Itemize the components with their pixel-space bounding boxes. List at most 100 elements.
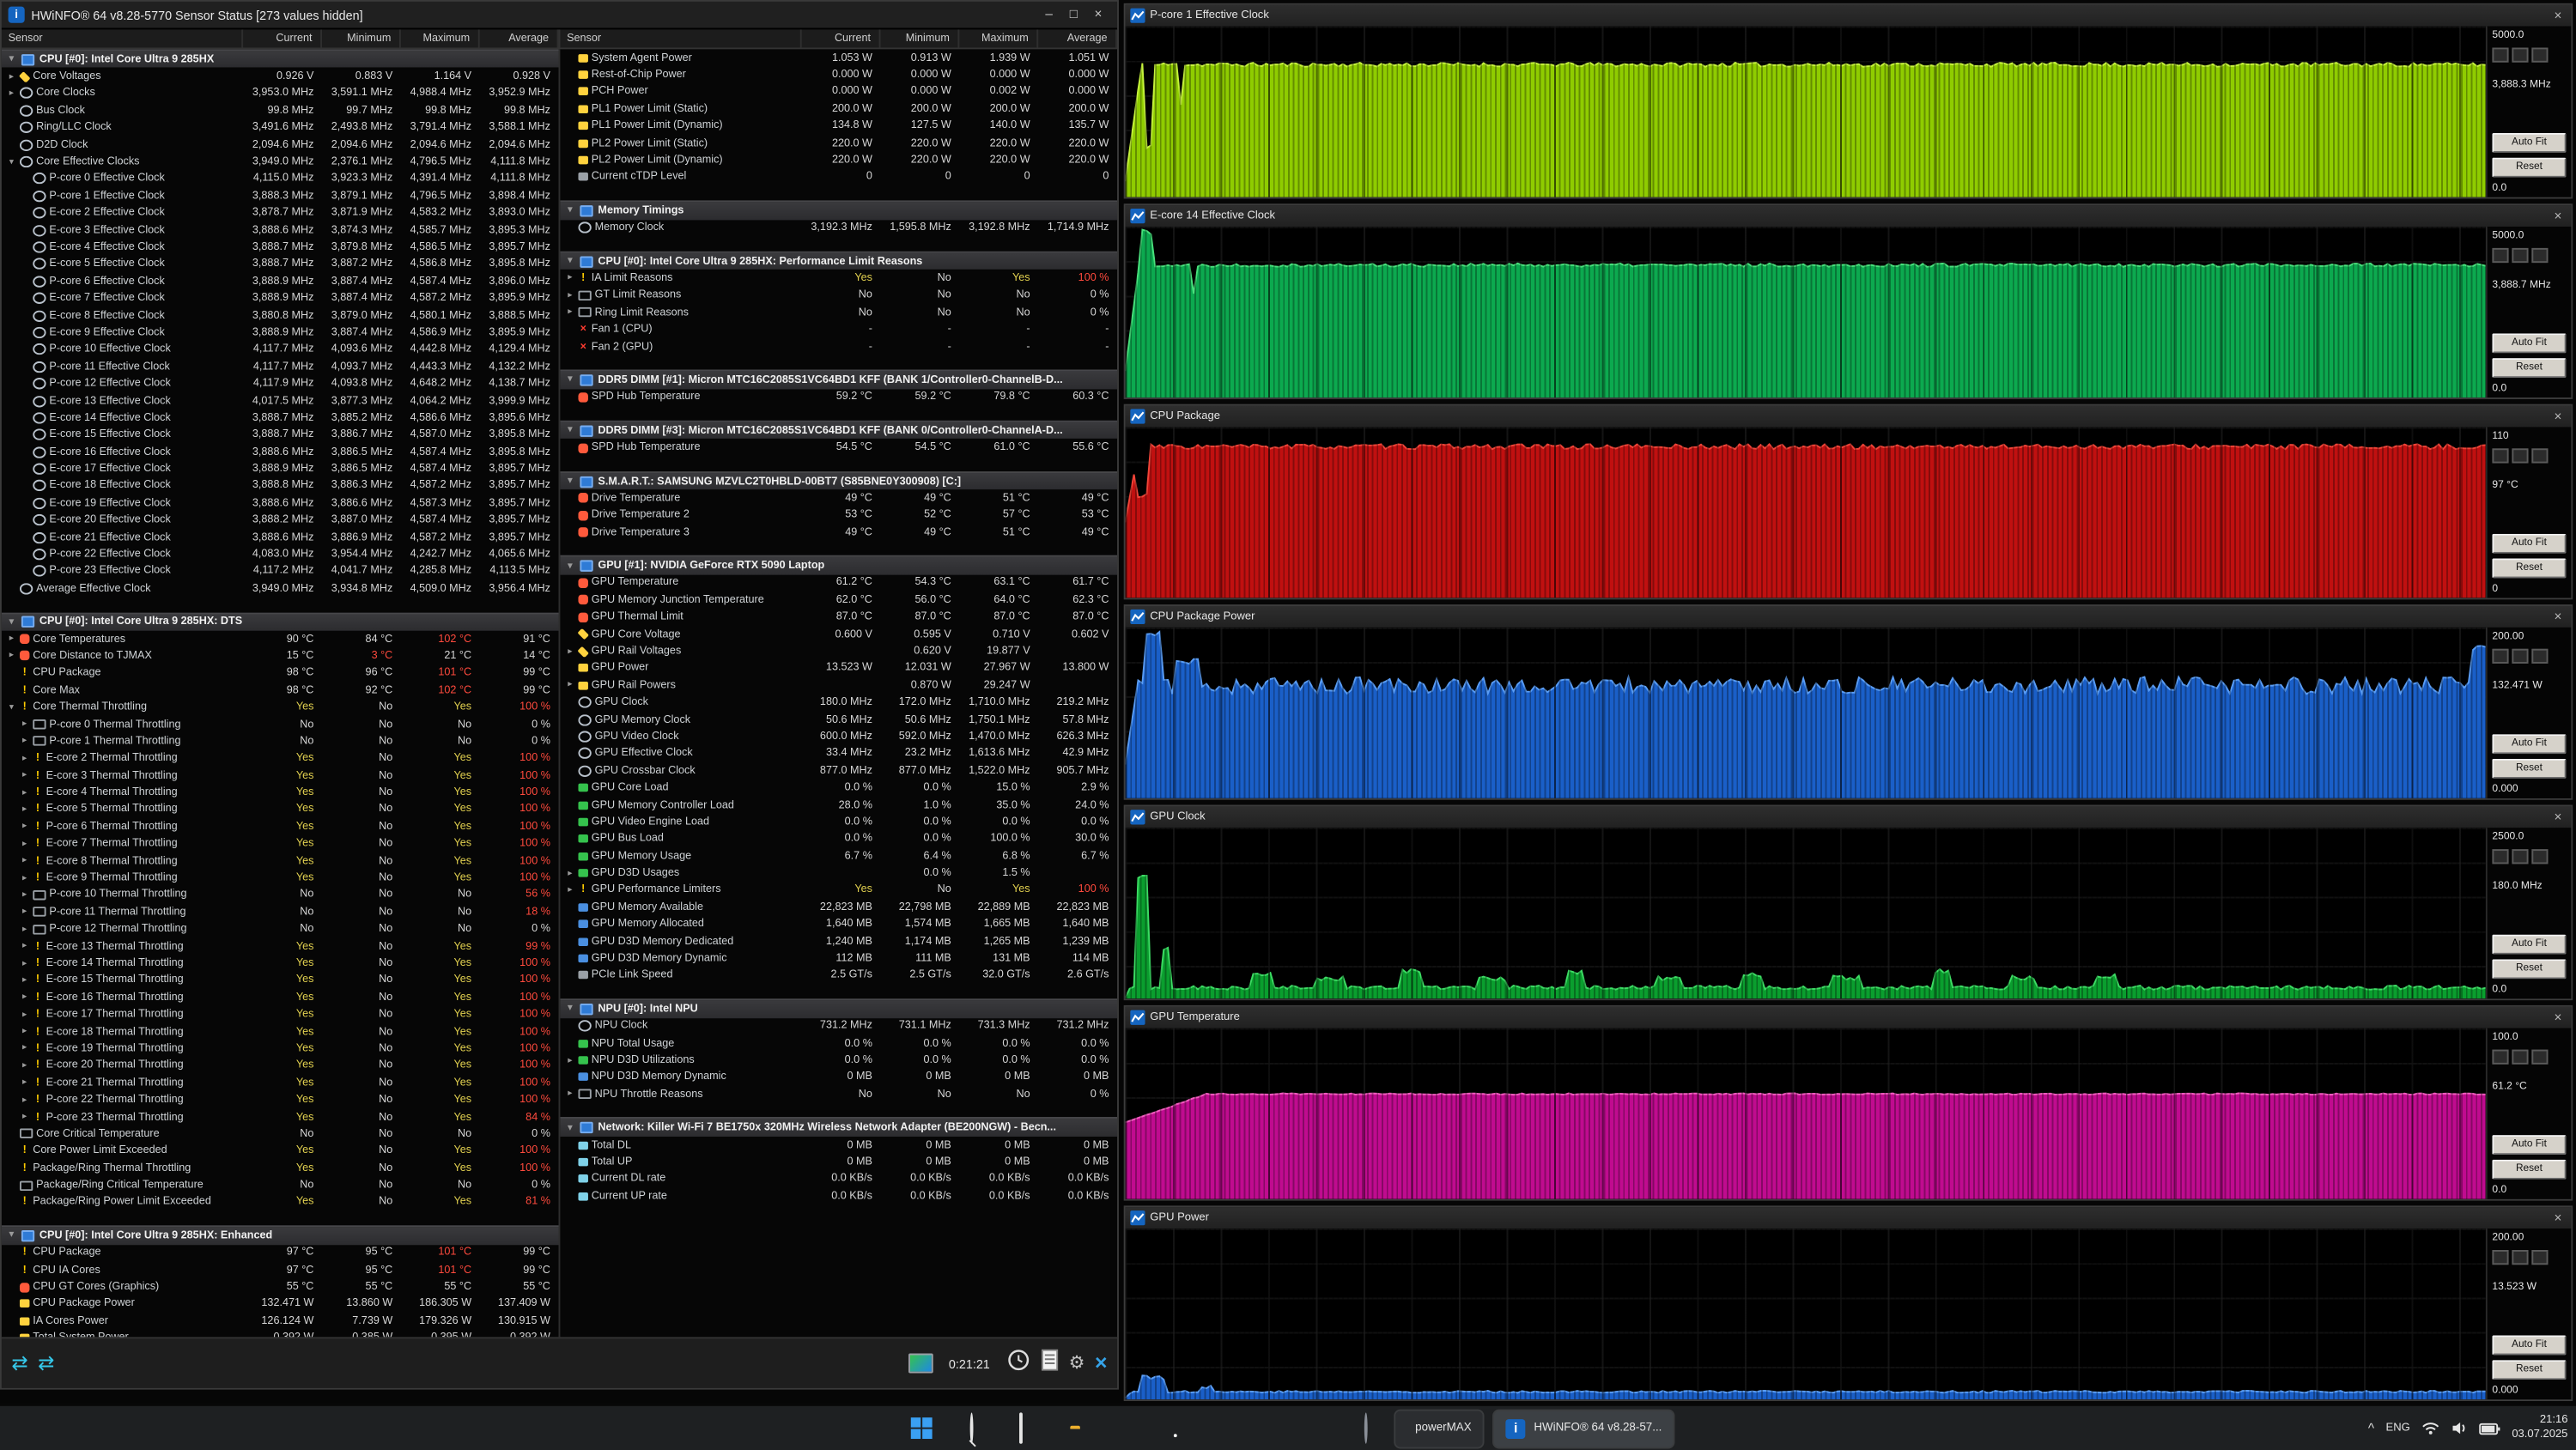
tree-arrow-icon[interactable]: ▾ bbox=[7, 702, 16, 712]
sensor-row[interactable]: E-core 21 Effective Clock 3,888.6 MHz 3,88… bbox=[2, 529, 559, 546]
sensor-row[interactable]: GPU Memory Allocated 1,640 MB 1,574 MB 1,66… bbox=[560, 916, 1117, 933]
sensor-row[interactable]: IA Cores Power 126.124 W 7.739 W 179.326 W 1… bbox=[2, 1313, 559, 1330]
sensor-row[interactable]: ▸! P-core 23 Thermal Throttling Yes No Yes 84… bbox=[2, 1108, 559, 1125]
tree-arrow-icon[interactable]: ▸ bbox=[20, 975, 29, 985]
close-icon[interactable]: × bbox=[2549, 1210, 2566, 1225]
sensor-group-header[interactable]: ▾ CPU [#0]: Intel Core Ultra 9 285HX: DTS bbox=[1, 611, 559, 631]
tree-arrow-icon[interactable]: ▸ bbox=[20, 771, 29, 780]
col-current[interactable]: Current bbox=[243, 29, 323, 48]
tree-arrow-icon[interactable]: ▾ bbox=[7, 157, 16, 167]
sensor-row[interactable]: ▸ P-core 12 Thermal Throttling No No No 0 % bbox=[2, 920, 559, 937]
sensor-row[interactable]: ▸ Core Clocks 3,953.0 MHz 3,591.1 MHz 4,988.… bbox=[2, 85, 559, 102]
reset-button[interactable]: Reset bbox=[2492, 1159, 2567, 1180]
tree-arrow-icon[interactable]: ▸ bbox=[565, 1089, 574, 1099]
tree-arrow-icon[interactable]: ▸ bbox=[565, 307, 574, 317]
sensor-row[interactable]: CPU Package Power 132.471 W 13.860 W 186.30… bbox=[2, 1295, 559, 1313]
tree-arrow-icon[interactable]: ▸ bbox=[20, 737, 29, 746]
sensor-row[interactable]: ▸ Ring Limit Reasons No No No 0 % bbox=[560, 304, 1117, 321]
sensor-row[interactable]: Current DL rate 0.0 KB/s 0.0 KB/s 0.0 KB/s 0… bbox=[560, 1171, 1117, 1188]
col-minimum[interactable]: Minimum bbox=[881, 29, 960, 48]
sensor-row[interactable]: Total UP 0 MB 0 MB 0 MB 0 MB bbox=[560, 1154, 1117, 1171]
reset-button[interactable]: Reset bbox=[2492, 558, 2567, 579]
sensor-row[interactable]: GPU Memory Controller Load 28.0 % 1.0 % 35.… bbox=[560, 797, 1117, 814]
tree-arrow-icon[interactable]: ▸ bbox=[20, 873, 29, 883]
sensor-row[interactable]: Ring/LLC Clock 3,491.6 MHz 2,493.8 MHz 3,79… bbox=[2, 119, 559, 137]
sensor-row[interactable]: ! Core Max 98 °C 92 °C 102 °C 99 °C bbox=[2, 682, 559, 699]
battery-icon[interactable] bbox=[2479, 1413, 2500, 1442]
sensor-row[interactable]: ▸! IA Limit Reasons Yes No Yes 100 % bbox=[560, 270, 1117, 287]
tree-arrow-icon[interactable]: ▸ bbox=[20, 754, 29, 763]
sensor-row[interactable]: ▾ Core Effective Clocks 3,949.0 MHz 2,376.1… bbox=[2, 154, 559, 171]
graph-option-icon[interactable] bbox=[2492, 247, 2509, 264]
collapse-arrow-icon[interactable]: ▾ bbox=[7, 617, 16, 627]
sensor-row[interactable]: ▸ GT Limit Reasons No No No 0 % bbox=[560, 287, 1117, 304]
sensor-row[interactable]: × Fan 2 (GPU) - - - - bbox=[560, 338, 1117, 355]
close-icon[interactable]: × bbox=[2549, 610, 2566, 624]
sensor-row[interactable]: Current UP rate 0.0 KB/s 0.0 KB/s 0.0 KB/s 0… bbox=[560, 1187, 1117, 1204]
sensor-row[interactable]: PL2 Power Limit (Dynamic) 220.0 W 220.0 W 2… bbox=[560, 152, 1117, 169]
tree-arrow-icon[interactable]: ▸ bbox=[20, 890, 29, 900]
graph-option-icon[interactable] bbox=[2531, 1249, 2549, 1265]
close-icon[interactable]: × bbox=[2549, 1010, 2566, 1025]
tree-arrow-icon[interactable]: ▸ bbox=[20, 958, 29, 968]
sensor-row[interactable]: Rest-of-Chip Power 0.000 W 0.000 W 0.000 W 0… bbox=[560, 66, 1117, 83]
sensor-row[interactable]: GPU Video Engine Load 0.0 % 0.0 % 0.0 % 0.0 … bbox=[560, 814, 1117, 831]
graph-option-icon[interactable] bbox=[2512, 849, 2529, 865]
collapse-arrow-icon[interactable]: ▾ bbox=[565, 476, 574, 486]
sensor-row[interactable]: GPU Memory Junction Temperature 62.0 °C 56… bbox=[560, 592, 1117, 609]
sensor-row[interactable]: Package/Ring Critical Temperature No No No 0… bbox=[2, 1177, 559, 1194]
sensor-row[interactable]: GPU Core Voltage 0.600 V 0.595 V 0.710 V 0.6… bbox=[560, 626, 1117, 643]
sensor-row[interactable]: ▸! E-core 3 Thermal Throttling Yes No Yes 100… bbox=[2, 767, 559, 785]
col-average[interactable]: Average bbox=[1038, 29, 1118, 48]
reset-button[interactable]: Reset bbox=[2492, 157, 2567, 178]
sensor-row[interactable]: Drive Temperature 3 49 °C 49 °C 51 °C 49 °C bbox=[560, 524, 1117, 541]
close-icon[interactable]: × bbox=[2549, 9, 2566, 23]
sensor-row[interactable]: E-core 2 Effective Clock 3,878.7 MHz 3,871… bbox=[2, 204, 559, 221]
tree-arrow-icon[interactable]: ▸ bbox=[565, 885, 574, 895]
auto-fit-button[interactable]: Auto Fit bbox=[2492, 1135, 2567, 1156]
collapse-arrow-icon[interactable]: ▾ bbox=[565, 206, 574, 215]
sensor-row[interactable]: PL1 Power Limit (Dynamic) 134.8 W 127.5 W 1… bbox=[560, 118, 1117, 135]
graph-option-icon[interactable] bbox=[2492, 648, 2509, 664]
graph-option-icon[interactable] bbox=[2512, 448, 2529, 464]
graph-option-icon[interactable] bbox=[2492, 448, 2509, 464]
sensor-row[interactable]: ▸ GPU Rail Voltages 0.620 V 19.877 V bbox=[560, 643, 1117, 660]
graph-titlebar[interactable]: GPU Temperature × bbox=[1125, 1006, 2572, 1028]
sensor-layout-icon[interactable] bbox=[908, 1353, 933, 1374]
graph-titlebar[interactable]: E-core 14 Effective Clock × bbox=[1125, 205, 2572, 228]
sensor-group-header[interactable]: ▾ DDR5 DIMM [#1]: Micron MTC16C2085S1VC64… bbox=[560, 369, 1118, 389]
sensor-row[interactable]: ▸! E-core 18 Thermal Throttling Yes No Yes 10… bbox=[2, 1023, 559, 1040]
sensor-group-header[interactable]: ▾ CPU [#0]: Intel Core Ultra 9 285HX bbox=[1, 49, 559, 69]
language-indicator[interactable]: ENG bbox=[2386, 1423, 2410, 1434]
sensor-row[interactable]: ▸! E-core 7 Thermal Throttling Yes No Yes 100… bbox=[2, 835, 559, 852]
tree-arrow-icon[interactable]: ▸ bbox=[7, 71, 16, 81]
sensor-row[interactable]: E-core 15 Effective Clock 3,888.7 MHz 3,88… bbox=[2, 427, 559, 444]
auto-fit-button[interactable]: Auto Fit bbox=[2492, 934, 2567, 955]
sensor-row[interactable]: ▸ NPU Throttle Reasons No No No 0 % bbox=[560, 1086, 1117, 1103]
tree-arrow-icon[interactable]: ▸ bbox=[20, 1078, 29, 1088]
sensor-row[interactable]: ▸ P-core 10 Thermal Throttling No No No 56 % bbox=[2, 887, 559, 904]
tree-arrow-icon[interactable]: ▸ bbox=[20, 942, 29, 951]
sensor-row[interactable]: P-core 0 Effective Clock 4,115.0 MHz 3,923… bbox=[2, 170, 559, 187]
graph-titlebar[interactable]: GPU Clock × bbox=[1125, 806, 2572, 828]
graph-option-icon[interactable] bbox=[2512, 47, 2529, 63]
auto-fit-button[interactable]: Auto Fit bbox=[2492, 734, 2567, 755]
sensor-row[interactable]: E-core 3 Effective Clock 3,888.6 MHz 3,874… bbox=[2, 221, 559, 239]
collapse-arrow-icon[interactable]: ▾ bbox=[565, 426, 574, 435]
sensor-row[interactable]: ▸! E-core 14 Thermal Throttling Yes No Yes 10… bbox=[2, 955, 559, 972]
sensor-row[interactable]: ▸! E-core 21 Thermal Throttling Yes No Yes 10… bbox=[2, 1074, 559, 1091]
sensor-row[interactable]: ▸ NPU D3D Utilizations 0.0 % 0.0 % 0.0 % 0.0 … bbox=[560, 1052, 1117, 1069]
graph-option-icon[interactable] bbox=[2512, 648, 2529, 664]
sensor-row[interactable]: System Agent Power 1.053 W 0.913 W 1.939 W 1… bbox=[560, 49, 1117, 66]
graph-option-icon[interactable] bbox=[2531, 648, 2549, 664]
taskbar-start-button[interactable] bbox=[901, 1410, 942, 1447]
graph-option-icon[interactable] bbox=[2531, 1049, 2549, 1065]
auto-fit-button[interactable]: Auto Fit bbox=[2492, 1335, 2567, 1356]
tree-arrow-icon[interactable]: ▸ bbox=[20, 788, 29, 798]
sensor-row[interactable]: ▸! E-core 8 Thermal Throttling Yes No Yes 100… bbox=[2, 852, 559, 870]
sensor-row[interactable]: P-core 10 Effective Clock 4,117.7 MHz 4,09… bbox=[2, 341, 559, 358]
tree-arrow-icon[interactable]: ▸ bbox=[20, 907, 29, 917]
sensor-row[interactable]: GPU Power 13.523 W 12.031 W 27.967 W 13.800 … bbox=[560, 660, 1117, 677]
sensor-row[interactable]: GPU D3D Memory Dynamic 112 MB 111 MB 131 MB… bbox=[560, 950, 1117, 968]
sensor-row[interactable]: Drive Temperature 49 °C 49 °C 51 °C 49 °C bbox=[560, 490, 1117, 507]
